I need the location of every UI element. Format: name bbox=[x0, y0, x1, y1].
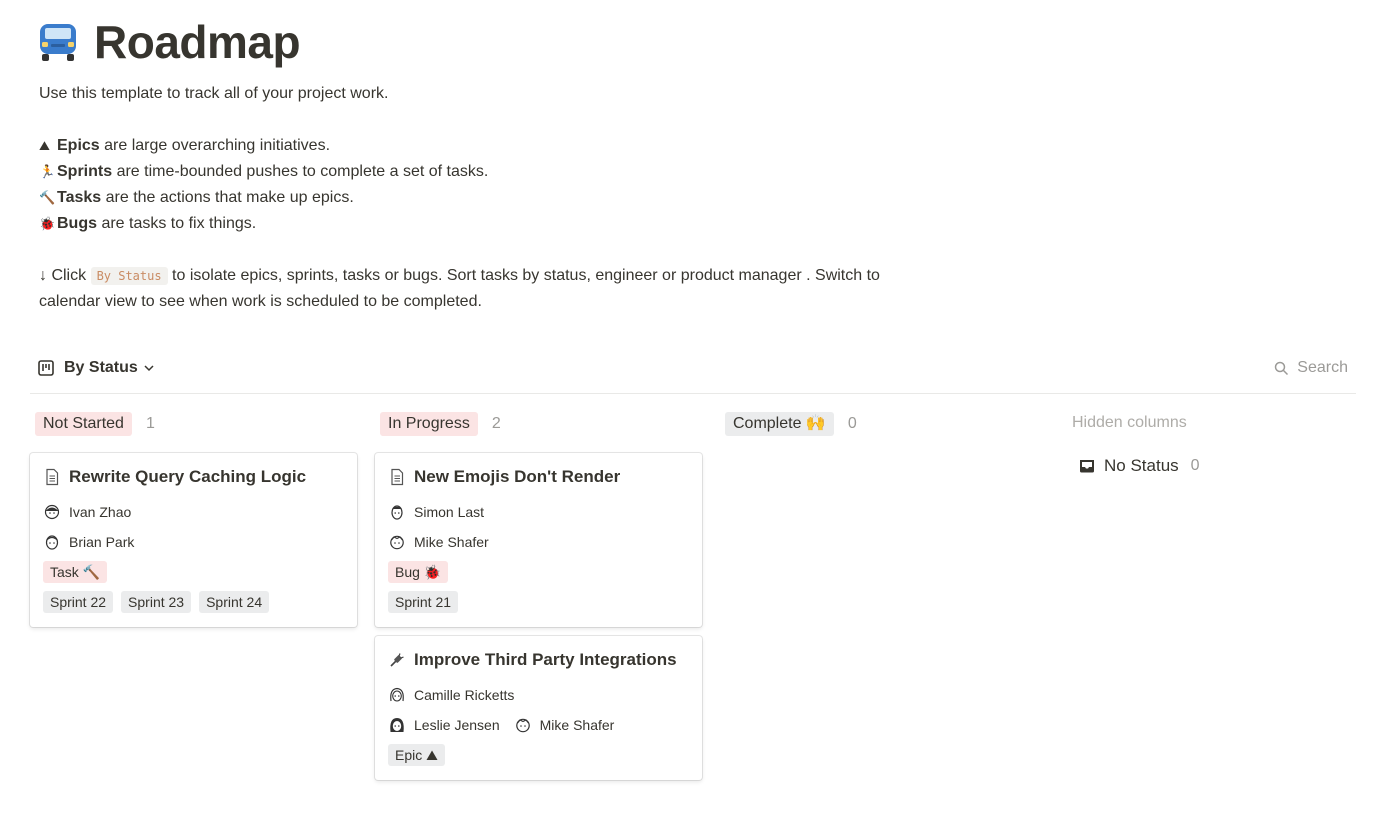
mountain-icon: ⛰ bbox=[39, 138, 50, 153]
status-pill[interactable]: Complete 🙌 bbox=[725, 412, 834, 436]
sprint-tag: Sprint 23 bbox=[121, 591, 192, 613]
view-toolbar: By Status Search bbox=[38, 354, 1356, 382]
page-title: Roadmap bbox=[94, 16, 301, 68]
instruction-text-line2: calendar view to see when work is schedu… bbox=[39, 293, 482, 310]
chevron-down-icon bbox=[144, 365, 154, 372]
page-icon bbox=[46, 468, 59, 486]
runner-icon: 🏃 bbox=[39, 164, 56, 179]
page-icon bbox=[391, 468, 404, 486]
column-header: Complete 🙌 0 bbox=[725, 412, 1047, 436]
board-card[interactable]: New Emojis Don't Render Simon Last Mike … bbox=[375, 453, 702, 627]
person[interactable]: Camille Ricketts bbox=[388, 686, 514, 704]
no-status-column[interactable]: No Status 0 bbox=[1078, 456, 1200, 476]
by-status-code: By Status bbox=[90, 267, 168, 285]
column-count: 1 bbox=[145, 415, 155, 432]
column-header: In Progress 2 bbox=[380, 412, 702, 436]
sprint-tag: Sprint 21 bbox=[388, 591, 459, 613]
avatar bbox=[391, 505, 403, 520]
page-description: Use this template to track all of your p… bbox=[39, 81, 999, 315]
page-header: Roadmap bbox=[34, 14, 301, 70]
type-tag: Epic ⛰ bbox=[388, 744, 445, 766]
board-column-not-started: Not Started 1 Rewrite Query Caching Logi… bbox=[30, 412, 357, 627]
column-count: 0 bbox=[847, 415, 857, 432]
board-column-complete: Complete 🙌 0 bbox=[720, 412, 1047, 436]
search-icon bbox=[1275, 361, 1289, 375]
toolbar-divider bbox=[30, 393, 1356, 394]
inbox-icon bbox=[1080, 460, 1094, 473]
view-selector-label: By Status bbox=[64, 359, 138, 376]
person[interactable]: Leslie Jensen bbox=[388, 716, 500, 734]
search-label: Search bbox=[1297, 359, 1348, 376]
no-status-label: No Status bbox=[1104, 456, 1179, 475]
person[interactable]: Brian Park bbox=[43, 533, 134, 551]
card-title: Improve Third Party Integrations bbox=[414, 650, 677, 669]
plug-icon bbox=[390, 653, 404, 667]
bug-icon: 🐞 bbox=[39, 216, 56, 231]
column-header: Not Started 1 bbox=[35, 412, 357, 436]
no-status-count: 0 bbox=[1190, 457, 1200, 474]
person[interactable]: Mike Shafer bbox=[388, 533, 489, 551]
avatar bbox=[390, 718, 404, 732]
instruction-text: ↓ Click By Status to isolate epics, spri… bbox=[39, 267, 880, 285]
board-column-in-progress: In Progress 2 New Emojis Don't Render Si… bbox=[375, 412, 702, 780]
view-selector-button[interactable]: By Status bbox=[38, 359, 154, 377]
board-card[interactable]: Improve Third Party Integrations Camille… bbox=[375, 636, 702, 780]
status-pill[interactable]: In Progress bbox=[380, 412, 478, 436]
avatar bbox=[45, 535, 59, 550]
avatar bbox=[44, 504, 60, 520]
legend-tasks: 🔨 Tasks are the actions that make up epic… bbox=[39, 185, 999, 211]
hidden-columns-label: Hidden columns bbox=[1072, 414, 1187, 431]
column-count: 2 bbox=[491, 415, 501, 432]
card-title: New Emojis Don't Render bbox=[414, 467, 621, 486]
status-pill[interactable]: Not Started bbox=[35, 412, 132, 436]
avatar bbox=[390, 687, 404, 702]
legend-sprints: 🏃 Sprints are time-bounded pushes to comp… bbox=[39, 159, 999, 185]
board-view-icon bbox=[38, 360, 54, 376]
avatar bbox=[390, 535, 404, 550]
board-card[interactable]: Rewrite Query Caching Logic Ivan Zhao Br… bbox=[30, 453, 357, 627]
car-icon bbox=[40, 24, 76, 61]
avatar bbox=[515, 718, 530, 733]
sprint-tag: Sprint 22 bbox=[43, 591, 114, 613]
search-button[interactable]: Search bbox=[1274, 359, 1348, 377]
person[interactable]: Simon Last bbox=[388, 503, 484, 521]
legend-epics: ⛰ Epics are large overarching initiatives… bbox=[39, 133, 999, 159]
type-tag: Bug 🐞 bbox=[388, 561, 449, 583]
intro-text: Use this template to track all of your p… bbox=[39, 85, 389, 102]
hammer-icon: 🔨 bbox=[39, 190, 56, 205]
hidden-columns: Hidden columns No Status 0 bbox=[1072, 414, 1200, 476]
person[interactable]: Mike Shafer bbox=[514, 716, 614, 734]
person[interactable]: Ivan Zhao bbox=[43, 503, 131, 521]
card-title: Rewrite Query Caching Logic bbox=[69, 467, 307, 486]
type-tag: Task 🔨 bbox=[43, 561, 108, 583]
legend-bugs: 🐞 Bugs are tasks to fix things. bbox=[39, 211, 999, 237]
sprint-tag: Sprint 24 bbox=[199, 591, 270, 613]
